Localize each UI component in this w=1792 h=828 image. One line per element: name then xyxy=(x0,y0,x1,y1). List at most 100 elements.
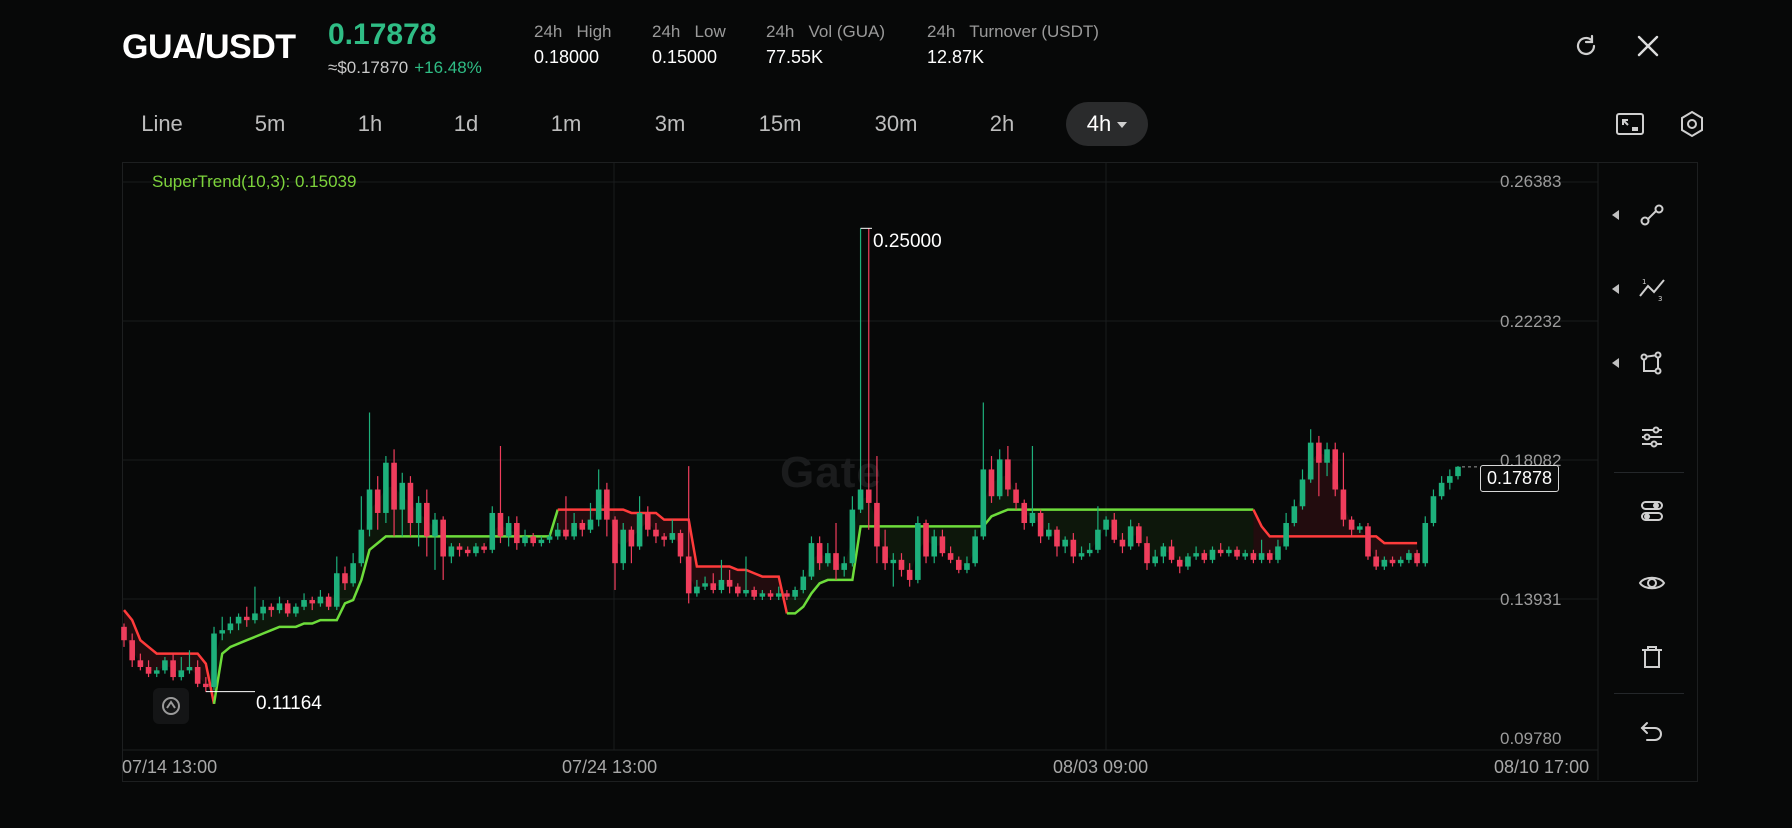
candle-body xyxy=(612,519,618,564)
candle-body xyxy=(1152,556,1158,564)
candle-body xyxy=(497,512,504,537)
candle-body xyxy=(1176,559,1183,567)
candle-body xyxy=(1160,546,1167,557)
candle-body xyxy=(481,546,487,550)
y-axis-label: 0.09780 xyxy=(1500,729,1562,748)
candle-body xyxy=(1201,553,1208,560)
candle-body xyxy=(694,586,700,594)
supertrend-indicator-label[interactable]: SuperTrend(10,3): 0.15039 xyxy=(152,172,356,192)
candle-body xyxy=(170,660,176,678)
candle-body xyxy=(882,546,888,564)
candle-body xyxy=(235,616,242,624)
candle-body xyxy=(947,553,954,560)
visibility-tool[interactable] xyxy=(1632,563,1672,603)
candle-body xyxy=(1168,546,1175,560)
candle-body xyxy=(1397,559,1404,564)
y-axis-label: 0.22232 xyxy=(1500,312,1562,331)
candle-body xyxy=(923,523,929,557)
candle-body xyxy=(276,603,283,611)
candle-body xyxy=(980,469,987,537)
candle-body xyxy=(874,502,880,547)
candle-body xyxy=(702,583,708,587)
candle-body xyxy=(293,606,299,614)
candle-body xyxy=(620,529,627,564)
candle-body xyxy=(505,523,512,537)
candle-body xyxy=(972,536,978,564)
candle-body xyxy=(1095,529,1101,550)
candle-body xyxy=(784,593,790,597)
candle-body xyxy=(915,523,921,580)
candle-body xyxy=(841,563,847,570)
candle-body xyxy=(1307,442,1314,480)
candle-body xyxy=(391,462,397,510)
candle-body xyxy=(735,586,741,594)
expand-caret-icon[interactable] xyxy=(1612,284,1619,294)
expand-caret-icon[interactable] xyxy=(1612,210,1619,220)
toolbar-divider xyxy=(1614,472,1684,473)
expand-caret-icon[interactable] xyxy=(1612,358,1619,368)
undo-tool[interactable] xyxy=(1632,711,1672,751)
candle-body xyxy=(906,569,913,580)
shape-tool-icon xyxy=(1640,351,1662,375)
trend-line-tool-icon xyxy=(1640,204,1664,226)
candle-body xyxy=(800,576,807,590)
candle-body xyxy=(1217,549,1224,554)
candle-body xyxy=(1283,523,1289,547)
candle-body xyxy=(1340,489,1347,520)
candle-body xyxy=(816,543,823,564)
candle-body xyxy=(825,553,831,564)
trend-line-tool[interactable] xyxy=(1632,195,1672,235)
candle-body xyxy=(1406,553,1412,560)
scroll-to-latest-button[interactable] xyxy=(153,688,189,724)
candle-body xyxy=(1389,559,1396,564)
candle-body xyxy=(145,667,152,674)
undo-icon xyxy=(1640,722,1662,741)
indicator-settings-tool[interactable] xyxy=(1632,417,1672,457)
delete-tool[interactable] xyxy=(1632,637,1672,677)
candle-body xyxy=(1373,556,1379,567)
candle-body xyxy=(1455,466,1461,477)
candle-body xyxy=(710,583,717,590)
candle-body xyxy=(563,529,569,537)
candle-body xyxy=(1144,543,1150,564)
candle-body xyxy=(685,556,692,594)
last-price-tag: 0.17878 xyxy=(1480,465,1560,492)
candle-body xyxy=(366,489,373,530)
candle-body xyxy=(759,593,766,597)
candle-body xyxy=(162,660,168,671)
candle-body xyxy=(1021,502,1028,524)
candle-body xyxy=(955,559,962,570)
candle-body xyxy=(448,546,455,557)
shape-tool[interactable] xyxy=(1632,343,1672,383)
candle-body xyxy=(743,589,749,594)
candle-body xyxy=(374,489,381,513)
candle-body xyxy=(383,462,389,513)
candle-body xyxy=(1438,482,1445,497)
candle-body xyxy=(1447,476,1453,483)
candle-body xyxy=(1324,449,1330,463)
candle-body xyxy=(1348,519,1355,530)
candle-body xyxy=(243,616,250,621)
candle-body xyxy=(1356,526,1363,530)
x-axis-label: 08/03 09:00 xyxy=(1053,757,1149,777)
high-annotation: 0.25000 xyxy=(873,231,942,252)
candle-body xyxy=(137,660,144,668)
candle-body xyxy=(604,489,610,520)
eye-icon xyxy=(1638,576,1666,590)
candle-body xyxy=(792,589,798,597)
candle-body xyxy=(1250,553,1257,560)
candle-body xyxy=(1078,553,1085,557)
fib-tool[interactable]: 13 xyxy=(1632,269,1672,309)
candle-body xyxy=(424,502,430,537)
candle-body xyxy=(252,613,258,621)
candle-body xyxy=(325,596,332,607)
y-axis-label: 0.26383 xyxy=(1500,172,1562,191)
candle-body xyxy=(808,543,815,577)
candle-body xyxy=(440,519,446,557)
svg-text:3: 3 xyxy=(1658,295,1662,302)
candle-body xyxy=(1127,526,1134,547)
layers-tool[interactable] xyxy=(1632,491,1672,531)
layers-icon xyxy=(1641,501,1663,521)
candle-body xyxy=(890,559,897,564)
candle-body xyxy=(342,573,348,584)
